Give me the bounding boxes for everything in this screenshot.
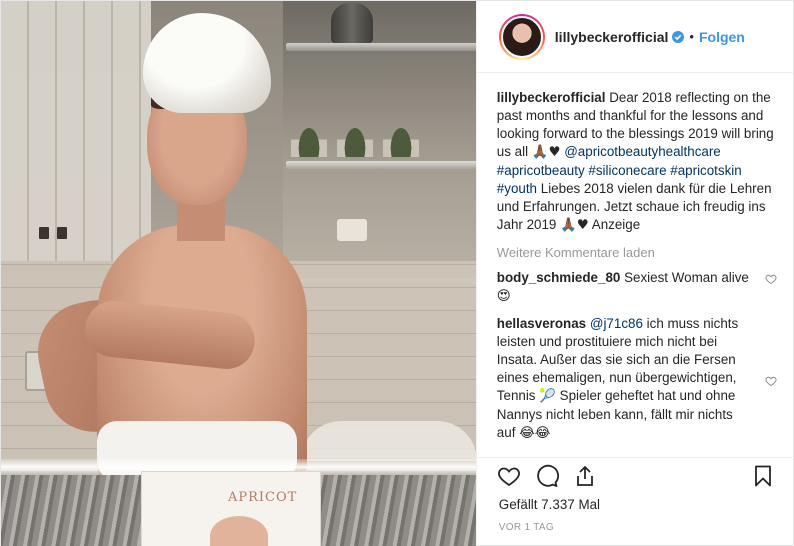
comment-text: Sexiest Woman alive	[624, 270, 749, 285]
comment-mention[interactable]: @j71c86	[590, 316, 643, 331]
comment-item: body_schmiede_80 Sexiest Woman alive 😍	[497, 269, 777, 306]
post-header: lillybeckerofficial • Folgen	[476, 1, 794, 73]
product-box: APRICOT	[141, 471, 321, 546]
plant	[291, 113, 327, 157]
post-photo[interactable]: APRICOT	[1, 1, 476, 546]
glass-shelf	[286, 43, 476, 51]
bookmark-icon[interactable]	[751, 464, 775, 488]
comments-list: lillybeckerofficial Dear 2018 reflecting…	[497, 89, 777, 443]
comment-emoji: 😂😂	[519, 426, 551, 441]
caption-author[interactable]: lillybeckerofficial	[497, 90, 606, 105]
caption-tag[interactable]: #youth	[497, 181, 537, 196]
avatar[interactable]	[500, 15, 543, 58]
plant	[383, 113, 419, 157]
vase	[331, 3, 373, 43]
comment-emoji: 😍	[496, 289, 511, 304]
wall-panel	[1, 1, 151, 261]
comment-bubble-icon[interactable]	[535, 464, 559, 488]
light-switch	[39, 227, 49, 239]
caption-emoji: 🙏🏾♥	[531, 145, 561, 160]
caption-emoji: 🙏🏾♥	[560, 218, 589, 233]
post-caption: lillybeckerofficial Dear 2018 reflecting…	[497, 89, 777, 235]
verified-badge-icon	[672, 30, 685, 43]
post-timestamp[interactable]: VOR 1 TAG	[499, 522, 554, 533]
likes-count[interactable]: Gefällt 7.337 Mal	[499, 497, 600, 512]
story-ring[interactable]	[498, 13, 545, 60]
caption-tag[interactable]: #siliconecare	[588, 163, 666, 178]
caption-tag[interactable]: @apricotbeautyhealthcare	[564, 144, 721, 159]
share-icon[interactable]	[573, 464, 597, 488]
caption-tag[interactable]: #apricotbeauty	[497, 163, 585, 178]
comment-author[interactable]: hellasveronas	[497, 316, 586, 331]
follow-button[interactable]: Folgen	[699, 29, 745, 45]
load-more-comments[interactable]: Weitere Kommentare laden	[497, 245, 777, 260]
comment-item: hellasveronas @j71c86 ich muss nichts le…	[497, 315, 777, 443]
like-comment-heart-icon[interactable]	[765, 375, 777, 387]
action-bar	[476, 457, 794, 491]
product-brand-text: APRICOT	[228, 490, 298, 505]
light-switch	[57, 227, 67, 239]
caption-tag[interactable]: #apricotskin	[670, 163, 741, 178]
bathtub	[301, 421, 476, 461]
head-towel	[143, 13, 271, 113]
candle	[337, 219, 367, 241]
post-side-panel: lillybeckerofficial • Folgen lillybecker…	[475, 1, 794, 546]
username-link[interactable]: lillybeckerofficial	[555, 29, 669, 45]
comment-author[interactable]: body_schmiede_80	[497, 270, 621, 285]
like-heart-icon[interactable]	[497, 464, 521, 488]
instagram-post: APRICOT lillybeckerofficial • Folgen lil…	[0, 0, 794, 546]
plant	[337, 113, 373, 157]
comment-emoji: 🎾	[539, 389, 556, 404]
like-comment-heart-icon[interactable]	[765, 273, 777, 285]
product-box-face	[210, 516, 268, 546]
glass-shelf	[286, 161, 476, 169]
caption-ad-label: Anzeige	[591, 217, 641, 232]
separator-dot: •	[689, 29, 694, 44]
